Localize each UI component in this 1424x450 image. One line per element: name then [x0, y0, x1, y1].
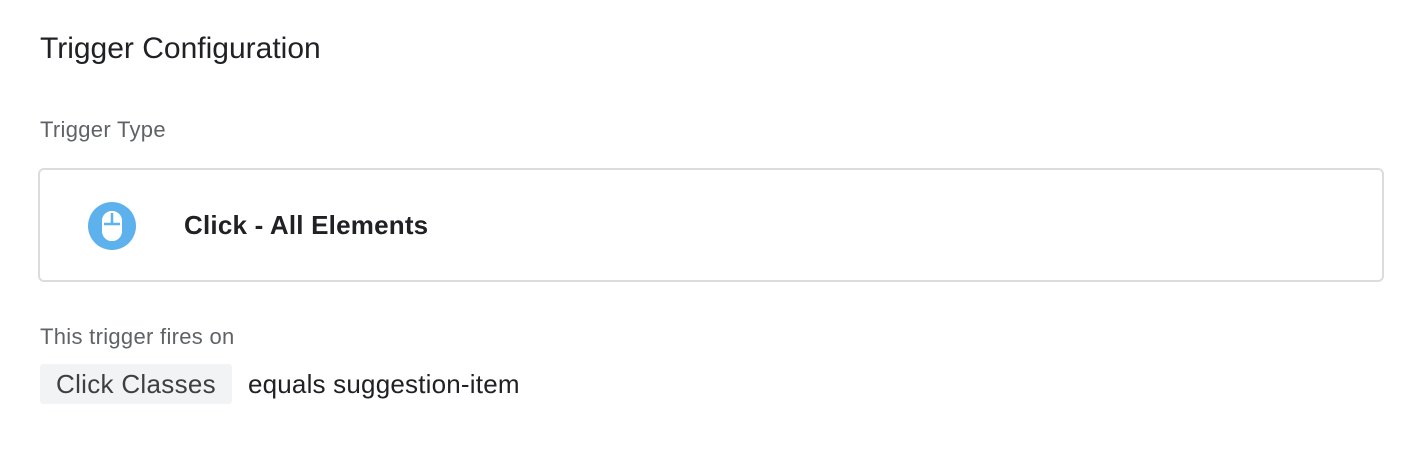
trigger-type-card[interactable]: Click - All Elements: [38, 168, 1384, 282]
mouse-icon: [88, 202, 136, 250]
fires-on-label: This trigger fires on: [40, 324, 235, 349]
trigger-type-label: Trigger Type: [40, 117, 166, 142]
trigger-condition: Click Classes equals suggestion-item: [40, 364, 520, 404]
trigger-configuration-panel: Trigger Configuration Trigger Type Click…: [0, 0, 1424, 450]
trigger-type-name: Click - All Elements: [184, 210, 429, 240]
condition-text: equals suggestion-item: [247, 368, 520, 399]
section-title: Trigger Configuration: [40, 32, 321, 65]
variable-chip[interactable]: Click Classes: [40, 364, 232, 404]
